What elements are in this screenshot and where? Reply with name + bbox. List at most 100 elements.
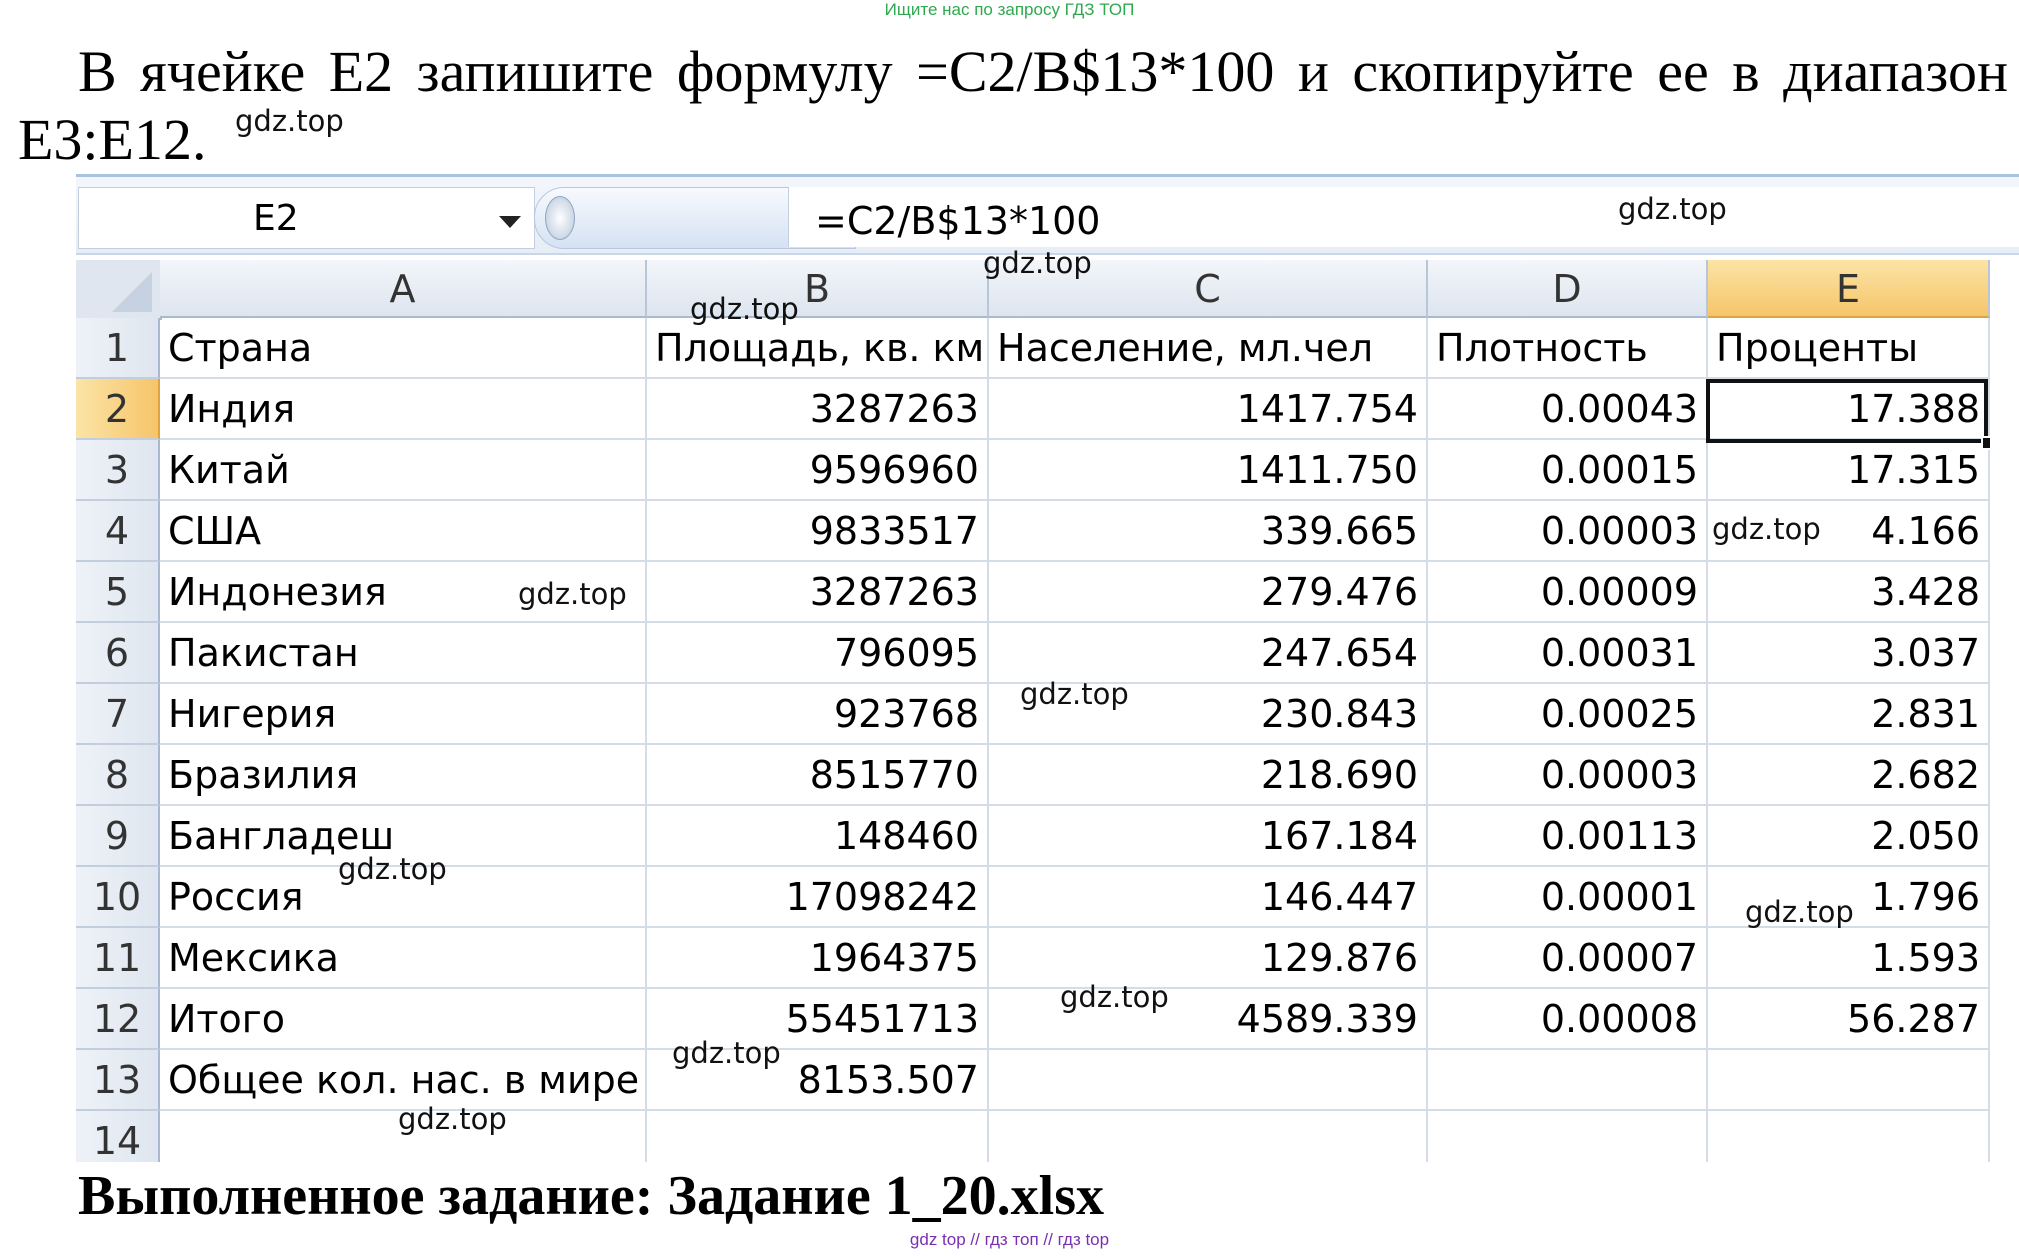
watermark-text: gdz.top <box>338 852 447 886</box>
row-header-3[interactable]: 3 <box>76 440 160 501</box>
cell-c8[interactable]: 218.690 <box>989 745 1428 806</box>
watermark-text: gdz.top <box>235 104 344 138</box>
cell-d7[interactable]: 0.00025 <box>1428 684 1708 745</box>
watermark-text: gdz.top <box>1745 895 1854 929</box>
cell-b5[interactable]: 3287263 <box>647 562 989 623</box>
cell-d9[interactable]: 0.00113 <box>1428 806 1708 867</box>
cell-b9[interactable]: 148460 <box>647 806 989 867</box>
cell-a4[interactable]: США <box>160 501 647 562</box>
cell-e8[interactable]: 2.682 <box>1708 745 1990 806</box>
cell-d3[interactable]: 0.00015 <box>1428 440 1708 501</box>
cell-a11[interactable]: Мексика <box>160 928 647 989</box>
cell-e3[interactable]: 17.315 <box>1708 440 1990 501</box>
select-all-triangle-icon <box>112 272 152 312</box>
watermark-text: gdz.top <box>1618 192 1727 226</box>
row-header-6[interactable]: 6 <box>76 623 160 684</box>
cell-a3[interactable]: Китай <box>160 440 647 501</box>
cell-a2[interactable]: Индия <box>160 379 647 440</box>
column-header-a[interactable]: A <box>160 260 647 318</box>
row-header-8[interactable]: 8 <box>76 745 160 806</box>
watermark-text: gdz.top <box>1060 980 1169 1014</box>
cell-b1[interactable]: Площадь, кв. км <box>647 318 989 379</box>
formula-input[interactable]: =C2/B$13*100 <box>788 187 2019 247</box>
cell-d2[interactable]: 0.00043 <box>1428 379 1708 440</box>
watermark-text: gdz.top <box>983 246 1092 280</box>
cell-c6[interactable]: 247.654 <box>989 623 1428 684</box>
cell-a12[interactable]: Итого <box>160 989 647 1050</box>
chevron-down-icon[interactable] <box>499 216 521 228</box>
row-header-2[interactable]: 2 <box>76 379 160 440</box>
spreadsheet-grid: A B C D E 1 Страна Площадь, кв. км Население, мл… <box>76 260 1990 1162</box>
cell-b11[interactable]: 1964375 <box>647 928 989 989</box>
row-header-14[interactable]: 14 <box>76 1111 160 1162</box>
cell-b6[interactable]: 796095 <box>647 623 989 684</box>
watermark-text: gdz.top <box>398 1102 507 1136</box>
cell-d12[interactable]: 0.00008 <box>1428 989 1708 1050</box>
cell-e5[interactable]: 3.428 <box>1708 562 1990 623</box>
cell-d14[interactable] <box>1428 1111 1708 1162</box>
cell-d13[interactable] <box>1428 1050 1708 1111</box>
completed-task-caption: Выполненное задание: Задание 1_20.xlsx <box>78 1165 1105 1227</box>
cell-b2[interactable]: 3287263 <box>647 379 989 440</box>
cell-e7[interactable]: 2.831 <box>1708 684 1990 745</box>
bottom-promo-links[interactable]: gdz top // гдз топ // гдз top <box>0 1230 2019 1250</box>
row-header-11[interactable]: 11 <box>76 928 160 989</box>
cell-b14[interactable] <box>647 1111 989 1162</box>
cell-b7[interactable]: 923768 <box>647 684 989 745</box>
cell-d1[interactable]: Плотность <box>1428 318 1708 379</box>
cell-b10[interactable]: 17098242 <box>647 867 989 928</box>
cell-c9[interactable]: 167.184 <box>989 806 1428 867</box>
cell-c12[interactable]: 4589.339 <box>989 989 1428 1050</box>
cell-c14[interactable] <box>989 1111 1428 1162</box>
cell-c1[interactable]: Население, мл.чел <box>989 318 1428 379</box>
cell-c11[interactable]: 129.876 <box>989 928 1428 989</box>
cell-e1[interactable]: Проценты <box>1708 318 1990 379</box>
row-header-9[interactable]: 9 <box>76 806 160 867</box>
cell-e6[interactable]: 3.037 <box>1708 623 1990 684</box>
watermark-text: gdz.top <box>1020 677 1129 711</box>
active-cell-outline <box>1706 379 1988 443</box>
cell-a6[interactable]: Пакистан <box>160 623 647 684</box>
row-header-12[interactable]: 12 <box>76 989 160 1050</box>
cell-e14[interactable] <box>1708 1111 1990 1162</box>
column-header-d[interactable]: D <box>1428 260 1708 318</box>
cell-b8[interactable]: 8515770 <box>647 745 989 806</box>
cell-d11[interactable]: 0.00007 <box>1428 928 1708 989</box>
select-all-button[interactable] <box>76 260 162 320</box>
row-header-5[interactable]: 5 <box>76 562 160 623</box>
cell-e9[interactable]: 2.050 <box>1708 806 1990 867</box>
cell-e11[interactable]: 1.593 <box>1708 928 1990 989</box>
watermark-text: gdz.top <box>690 292 799 326</box>
cell-d5[interactable]: 0.00009 <box>1428 562 1708 623</box>
cell-c13[interactable] <box>989 1050 1428 1111</box>
cell-a1[interactable]: Страна <box>160 318 647 379</box>
name-box[interactable]: E2 <box>78 187 535 249</box>
cell-d4[interactable]: 0.00003 <box>1428 501 1708 562</box>
row-header-13[interactable]: 13 <box>76 1050 160 1111</box>
cell-a7[interactable]: Нигерия <box>160 684 647 745</box>
formula-text: =C2/B$13*100 <box>815 199 1101 243</box>
cell-b3[interactable]: 9596960 <box>647 440 989 501</box>
cell-a8[interactable]: Бразилия <box>160 745 647 806</box>
watermark-text: gdz.top <box>672 1036 781 1070</box>
cell-e12[interactable]: 56.287 <box>1708 989 1990 1050</box>
cell-c3[interactable]: 1411.750 <box>989 440 1428 501</box>
fill-handle[interactable] <box>1981 436 1990 450</box>
watermark-text: gdz.top <box>518 577 627 611</box>
row-header-10[interactable]: 10 <box>76 867 160 928</box>
cell-b4[interactable]: 9833517 <box>647 501 989 562</box>
splitter-handle-icon[interactable] <box>545 196 575 240</box>
row-header-7[interactable]: 7 <box>76 684 160 745</box>
cell-c2[interactable]: 1417.754 <box>989 379 1428 440</box>
cell-c10[interactable]: 146.447 <box>989 867 1428 928</box>
row-header-4[interactable]: 4 <box>76 501 160 562</box>
column-header-e[interactable]: E <box>1708 260 1990 318</box>
cell-c4[interactable]: 339.665 <box>989 501 1428 562</box>
top-promo-link[interactable]: Ищите нас по запросу ГДЗ ТОП <box>0 0 2019 20</box>
cell-d6[interactable]: 0.00031 <box>1428 623 1708 684</box>
cell-d10[interactable]: 0.00001 <box>1428 867 1708 928</box>
cell-d8[interactable]: 0.00003 <box>1428 745 1708 806</box>
row-header-1[interactable]: 1 <box>76 318 160 379</box>
cell-c5[interactable]: 279.476 <box>989 562 1428 623</box>
cell-e13[interactable] <box>1708 1050 1990 1111</box>
